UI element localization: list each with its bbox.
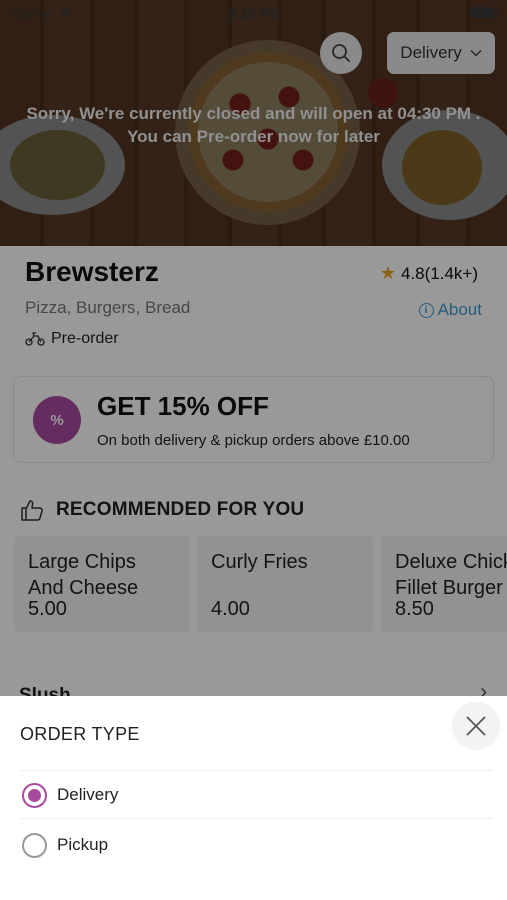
recommended-header: RECOMMENDED FOR YOU: [20, 499, 304, 521]
rating: ★ 4.8(1.4k+): [380, 263, 478, 284]
item-price: 4.00: [211, 598, 250, 620]
order-type-sheet: ORDER TYPE Delivery Pickup: [0, 696, 507, 900]
sheet-title: ORDER TYPE: [20, 724, 140, 744]
item-price: 5.00: [28, 598, 67, 620]
recommended-title: RECOMMENDED FOR YOU: [56, 499, 305, 520]
divider: [20, 770, 493, 771]
close-icon: [466, 716, 486, 736]
cuisine-list: Pizza, Burgers, Bread: [25, 298, 191, 317]
order-type-label: Delivery: [400, 43, 462, 62]
restaurant-name: Brewsterz: [25, 256, 159, 287]
offer-title: GET 15% OFF: [97, 391, 269, 421]
offer-description: On both delivery & pickup orders above £…: [97, 432, 410, 449]
close-button[interactable]: [452, 702, 500, 750]
search-button[interactable]: [320, 32, 362, 74]
item-name: Curly Fries: [211, 551, 308, 573]
order-type-dropdown[interactable]: Delivery: [387, 32, 495, 74]
item-name: Large Chips And Cheese: [28, 551, 139, 599]
recommended-item[interactable]: Curly Fries 4.00: [197, 536, 373, 632]
radio-unselected-icon[interactable]: [22, 832, 47, 858]
item-name: Deluxe Chicken Fillet Burger: [395, 551, 507, 599]
radio-selected-icon[interactable]: [22, 782, 47, 808]
preorder-indicator: Pre-order: [25, 330, 119, 348]
search-icon: [332, 44, 350, 62]
rating-value: 4.8(1.4k+): [400, 263, 478, 283]
offer-card[interactable]: % GET 15% OFF On both delivery & pickup …: [13, 376, 494, 463]
info-icon: i: [418, 302, 434, 318]
item-price: 8.50: [395, 598, 434, 620]
option-label: Delivery: [57, 785, 119, 804]
about-link[interactable]: i About: [418, 300, 482, 320]
recommended-list: Large Chips And Cheese 5.00 Curly Fries …: [14, 536, 507, 632]
thumbs-up-icon: [21, 500, 43, 521]
order-type-option-pickup[interactable]: Pickup: [22, 825, 482, 865]
clock: 5:20 PM: [227, 5, 280, 21]
restaurant-banner: Delivery Sorry, We're currently closed a…: [0, 0, 507, 246]
about-label: About: [437, 300, 482, 319]
restaurant-details: Brewsterz ★ 4.8(1.4k+) Pizza, Burgers, B…: [0, 246, 507, 706]
option-label: Pickup: [57, 835, 109, 854]
closed-message: Sorry, We're currently closed and will o…: [0, 102, 507, 148]
closed-message-line: Sorry, We're currently closed and will o…: [26, 104, 481, 123]
discount-badge-icon: %: [33, 396, 81, 444]
scooter-icon: [25, 332, 45, 346]
preorder-message-line: You can Pre-order now for later: [127, 127, 380, 146]
order-type-option-delivery[interactable]: Delivery: [22, 775, 482, 815]
preorder-label: Pre-order: [51, 330, 119, 347]
status-bar: Carrier 5:20 PM: [0, 0, 507, 26]
star-icon: ★: [379, 263, 396, 283]
recommended-item[interactable]: Large Chips And Cheese 5.00: [14, 536, 190, 632]
divider: [20, 818, 493, 819]
chevron-down-icon: [470, 49, 482, 57]
battery-icon: [471, 7, 498, 18]
recommended-item[interactable]: Deluxe Chicken Fillet Burger 8.50: [381, 536, 507, 632]
